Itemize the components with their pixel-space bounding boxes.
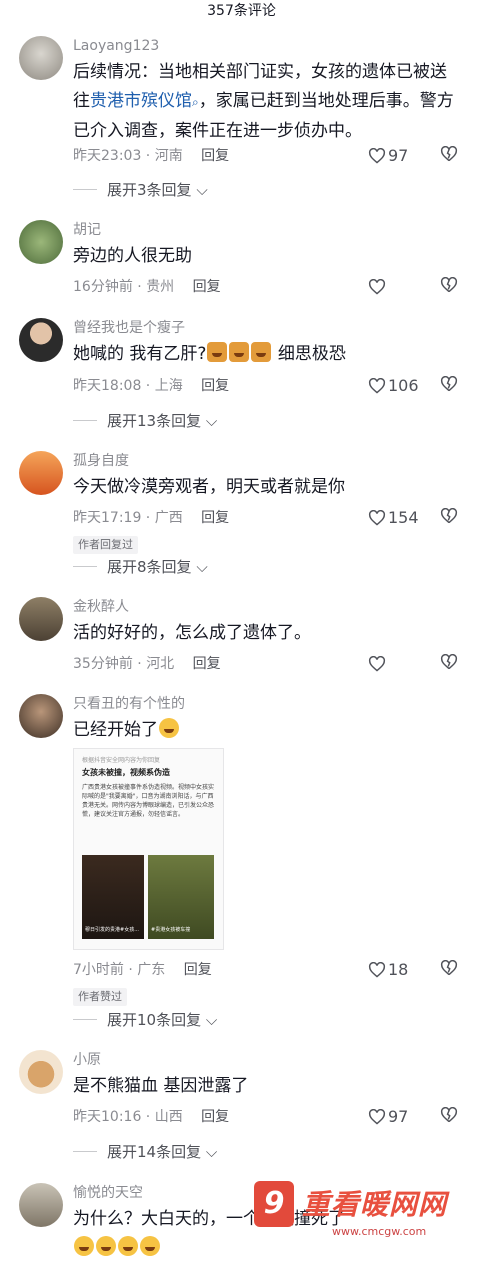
comment-text: 已经开始了 [73,716,463,745]
like-button[interactable]: 154 [368,508,419,528]
comment-text: 是不熊猫血 基因泄露了 [73,1076,249,1096]
avatar[interactable] [19,597,63,641]
like-button[interactable]: 97 [368,146,408,166]
dislike-button[interactable] [440,959,458,980]
broken-heart-icon [440,507,458,524]
watermark-url: www.cmcgw.com [332,1225,427,1238]
bear-emoji-icon [207,342,228,362]
username[interactable]: 曾经我也是个瘦子 [73,318,185,338]
bear-emoji-icon [251,342,272,362]
heart-icon [368,377,386,394]
bear-emoji-icon [229,342,250,362]
like-count: 106 [388,376,419,395]
reply-button[interactable]: 回复 [193,656,221,672]
expand-replies-button[interactable]: 展开3条回复 ⌵ [73,180,208,200]
like-button[interactable] [368,654,388,674]
laughing-emoji-icon [118,1236,138,1256]
like-count: 97 [388,146,409,165]
video-thumbnail: #贵港女孩被车撞 [148,855,214,939]
like-button[interactable]: 106 [368,376,419,396]
watermark-text: 重看暖网网 [302,1188,448,1221]
heart-icon [368,655,386,672]
comment-text: 后续情况：当地相关部门证实，女孩的遗体已被送往贵港市殡仪馆⌕，家属已赶到当地处理… [73,62,454,141]
username[interactable]: 胡记 [73,220,101,240]
username[interactable]: 金秋醉人 [73,597,129,617]
comment-meta: 昨天18:08 · 上海 回复 [73,378,230,394]
like-button[interactable]: 18 [368,960,408,980]
avatar[interactable] [19,1183,63,1227]
avatar[interactable] [19,451,63,495]
broken-heart-icon [440,959,458,976]
username[interactable]: 小原 [73,1050,101,1070]
laughing-emoji-icon [140,1236,160,1256]
expand-replies-button[interactable]: 展开8条回复 ⌵ [73,557,208,577]
image-attachment[interactable]: 根据抖音安全网内容为你回复 女孩未被撞，视频系伪造 广西贵港女孩被撞事件系伪造视… [73,748,224,950]
dislike-button[interactable] [440,276,458,297]
search-icon[interactable]: ⌕ [192,95,199,109]
comment-text: 今天做冷漠旁观者，明天或者就是你 [73,477,345,497]
laughing-emoji-icon [74,1236,94,1256]
heart-icon [368,278,386,295]
broken-heart-icon [440,276,458,293]
site-watermark: 9 重看暖网网 www.cmcgw.com [254,1181,483,1245]
search-link[interactable]: 贵港市殡仪馆 [90,91,192,111]
video-thumbnail: 穆日引发的贵港#女孩... [82,855,144,939]
laughing-emoji-icon [96,1236,116,1256]
avatar[interactable] [19,1050,63,1094]
laughing-emoji-icon [159,718,179,738]
comment-meta: 昨天10:16 · 山西 回复 [73,1109,230,1125]
avatar[interactable] [19,318,63,362]
reply-button[interactable]: 回复 [184,962,212,978]
comment-count-title: 357条评论 [207,3,276,19]
like-button[interactable] [368,277,388,297]
reply-button[interactable]: 回复 [201,1109,229,1125]
status-badge: 作者回复过 [73,536,138,554]
expand-replies-button[interactable]: 展开13条回复 ⌵ [73,411,217,431]
broken-heart-icon [440,653,458,670]
comment-text: 旁边的人很无助 [73,246,192,266]
dislike-button[interactable] [440,507,458,528]
broken-heart-icon [440,1106,458,1123]
heart-icon [368,1108,386,1125]
comment-meta: 7小时前 · 广东 回复 [73,962,212,978]
expand-replies-button[interactable]: 展开14条回复 ⌵ [73,1142,217,1162]
like-count: 97 [388,1107,409,1126]
expand-replies-button[interactable]: 展开10条回复 ⌵ [73,1010,217,1030]
dislike-button[interactable] [440,653,458,674]
comment-meta: 16分钟前 · 贵州 回复 [73,279,221,295]
like-count: 154 [388,508,419,527]
dislike-button[interactable] [440,1106,458,1127]
avatar[interactable] [19,220,63,264]
reply-button[interactable]: 回复 [193,279,221,295]
reply-button[interactable]: 回复 [201,510,229,526]
broken-heart-icon [440,145,458,162]
like-button[interactable]: 97 [368,1107,408,1127]
heart-icon [368,509,386,526]
comment-text: 活的好好的，怎么成了遗体了。 [73,623,311,643]
dislike-button[interactable] [440,145,458,166]
username[interactable]: Laoyang123 [73,36,159,56]
reply-button[interactable]: 回复 [201,378,229,394]
like-count: 18 [388,960,409,979]
avatar[interactable] [19,36,63,80]
comment-meta: 昨天17:19 · 广西 回复 [73,510,230,526]
username[interactable]: 孤身自度 [73,451,129,471]
comment-meta: 35分钟前 · 河北 回复 [73,656,221,672]
username[interactable]: 愉悦的天空 [73,1183,143,1203]
dislike-button[interactable] [440,375,458,396]
status-badge: 作者赞过 [73,988,127,1006]
reply-button[interactable]: 回复 [201,148,229,164]
heart-icon [368,961,386,978]
comment-meta: 昨天23:03 · 河南 回复 [73,148,230,164]
comment-text: 她喊的 我有乙肝? 细思极恐 [73,342,346,364]
heart-icon [368,147,386,164]
username[interactable]: 只看丑的有个性的 [73,694,185,714]
watermark-logo: 9 [254,1181,294,1227]
broken-heart-icon [440,375,458,392]
avatar[interactable] [19,694,63,738]
